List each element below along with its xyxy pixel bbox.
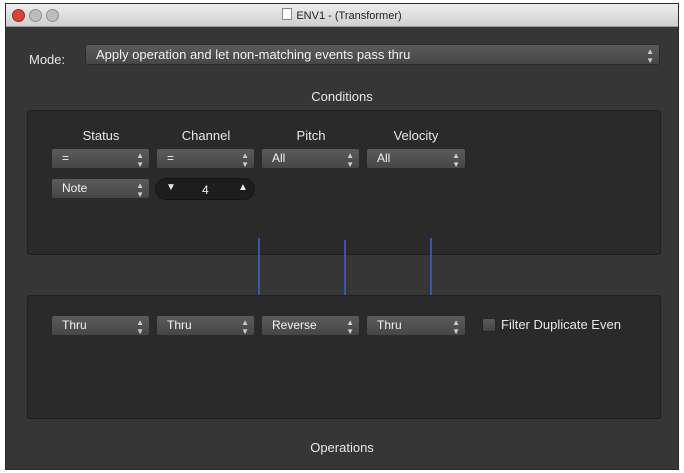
velocity-operation-value: Thru xyxy=(377,318,402,332)
status-value: Note xyxy=(62,181,88,195)
up-down-arrows-icon: ▲ ▼ xyxy=(241,151,249,169)
channel-value-stepper[interactable]: ▼ 4 ▲ xyxy=(155,178,255,200)
up-down-arrows-icon: ▲ ▼ xyxy=(346,151,354,169)
velocity-operation-select[interactable]: Thru ▲ ▼ xyxy=(366,315,466,336)
up-down-arrows-icon: ▲ ▼ xyxy=(136,151,144,169)
status-condition-value: = xyxy=(62,151,70,165)
up-down-arrows-icon: ▲ ▼ xyxy=(452,318,460,336)
up-down-arrows-icon: ▲ ▼ xyxy=(136,181,144,199)
status-value-select[interactable]: Note ▲ ▼ xyxy=(51,178,150,199)
channel-condition-value: = xyxy=(167,151,175,165)
up-down-arrows-icon: ▲ ▼ xyxy=(452,151,460,169)
status-condition-select[interactable]: = ▲ ▼ xyxy=(51,148,150,169)
title-bar[interactable]: ENV1 - (Transformer) xyxy=(6,4,678,27)
decrement-arrow-icon[interactable]: ▼ xyxy=(166,182,176,193)
velocity-condition-select[interactable]: All ▲ ▼ xyxy=(366,148,466,169)
up-down-arrows-icon: ▲ ▼ xyxy=(646,47,654,65)
filter-duplicate-checkbox[interactable] xyxy=(482,318,496,332)
pitch-condition-value: All xyxy=(272,151,286,165)
status-operation-select[interactable]: Thru ▲ ▼ xyxy=(51,315,150,336)
channel-value: 4 xyxy=(202,183,209,197)
filter-duplicate-label: Filter Duplicate Even xyxy=(501,317,621,332)
mode-select-value: Apply operation and let non-matching eve… xyxy=(96,47,411,62)
increment-arrow-icon[interactable]: ▲ xyxy=(238,182,248,193)
conditions-title: Conditions xyxy=(311,89,373,104)
pitch-operation-value: Reverse xyxy=(272,318,317,332)
document-icon xyxy=(282,8,293,20)
window-title-text: ENV1 - (Transformer) xyxy=(296,10,402,22)
channel-operation-value: Thru xyxy=(167,318,192,332)
status-header: Status xyxy=(82,128,120,143)
pitch-condition-select[interactable]: All ▲ ▼ xyxy=(261,148,360,169)
up-down-arrows-icon: ▲ ▼ xyxy=(346,318,354,336)
channel-header: Channel xyxy=(181,128,231,143)
channel-operation-select[interactable]: Thru ▲ ▼ xyxy=(156,315,255,336)
pitch-header: Pitch xyxy=(296,128,326,143)
operations-panel xyxy=(27,295,661,419)
channel-condition-select[interactable]: = ▲ ▼ xyxy=(156,148,255,169)
status-operation-value: Thru xyxy=(62,318,87,332)
mode-label: Mode: xyxy=(29,52,66,67)
velocity-condition-value: All xyxy=(377,151,391,165)
operations-title: Operations xyxy=(310,440,374,455)
velocity-header: Velocity xyxy=(393,128,439,143)
mode-select[interactable]: Apply operation and let non-matching eve… xyxy=(85,44,660,65)
window-title: ENV1 - (Transformer) xyxy=(6,8,678,22)
up-down-arrows-icon: ▲ ▼ xyxy=(241,318,249,336)
up-down-arrows-icon: ▲ ▼ xyxy=(136,318,144,336)
pitch-operation-select[interactable]: Reverse ▲ ▼ xyxy=(261,315,360,336)
